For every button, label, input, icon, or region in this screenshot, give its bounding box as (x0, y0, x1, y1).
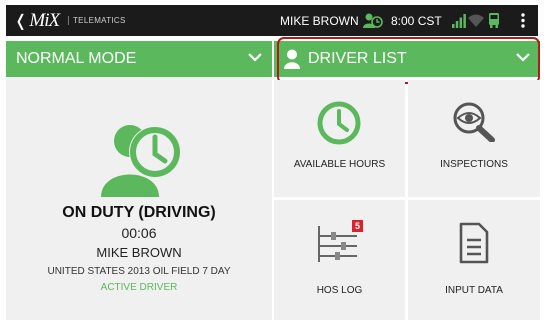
tile-available-hours[interactable]: AVAILABLE HOURS (274, 80, 405, 197)
mix-logo[interactable]: ❬ MiX (14, 10, 60, 32)
tile-label: AVAILABLE HOURS (293, 159, 386, 170)
mode-dropdown[interactable]: NORMAL MODE (6, 41, 272, 77)
driver-clock-icon[interactable] (363, 12, 383, 29)
magnifier-eye-icon (453, 102, 495, 142)
logo-subtitle: TELEMATICS (68, 16, 126, 25)
duty-duration: 00:06 (121, 225, 157, 241)
document-icon (459, 222, 489, 264)
driver-list-highlight (277, 37, 540, 84)
clock-icon (317, 101, 361, 145)
duty-status: ON DUTY (DRIVING) (62, 204, 216, 221)
tile-label: INPUT DATA (445, 285, 503, 296)
overflow-menu-icon[interactable] (521, 13, 525, 28)
tile-inspections[interactable]: INSPECTIONS (408, 80, 540, 197)
tile-label: HOS LOG (316, 285, 363, 296)
hos-log-badge: 5 (352, 220, 363, 232)
back-chevron-icon: ❬ (14, 13, 27, 30)
clock-time: 8:00 CST (391, 14, 442, 28)
on-duty-driver-clock-icon (101, 125, 181, 197)
signal-icon (452, 14, 466, 28)
top-status-bar: ❬ MiX TELEMATICS MIKE BROWN 8:00 CST (6, 5, 538, 36)
current-user-name: MIKE BROWN (280, 14, 359, 28)
chevron-down-icon (248, 53, 262, 62)
logo-text: MiX (29, 10, 60, 31)
tile-hos-log[interactable]: 5 HOS LOG (274, 200, 405, 320)
hos-ruleset: UNITED STATES 2013 OIL FIELD 7 DAY (47, 266, 231, 277)
wifi-icon (468, 14, 484, 27)
tile-label: INSPECTIONS (440, 159, 508, 170)
mode-label: NORMAL MODE (16, 50, 137, 67)
truck-icon[interactable] (488, 13, 500, 28)
tile-input-data[interactable]: INPUT DATA (408, 200, 540, 320)
driver-role: ACTIVE DRIVER (100, 282, 178, 293)
driver-name: MIKE BROWN (96, 245, 182, 260)
